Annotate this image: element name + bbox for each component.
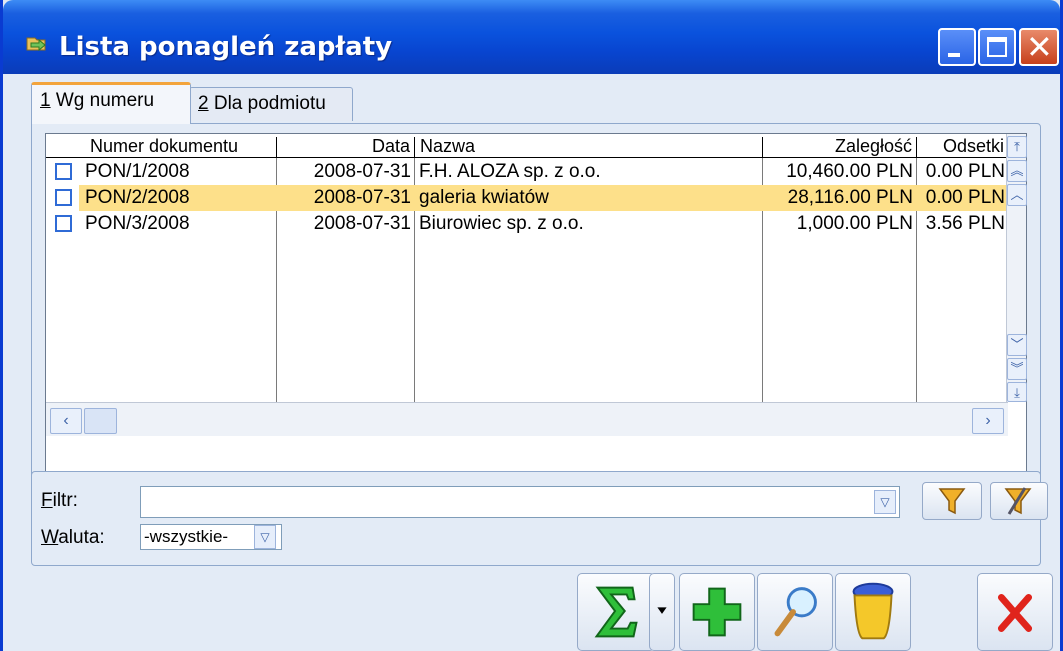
column-separator[interactable] [414,137,415,157]
tab-label: Dla podmiotu [208,93,326,114]
apply-filter-button[interactable] [922,482,982,520]
waluta-label-accel: W [41,527,59,548]
sigma-icon [594,586,638,638]
clear-filter-button[interactable] [990,482,1048,520]
cell-nazwa: F.H. ALOZA sp. z o.o. [419,161,601,182]
cell-zaleglosc: 28,116.00 PLN [787,187,913,208]
tab-label: Wg numeru [50,90,155,111]
cell-data: 2008-07-31 [313,161,411,182]
page-up-icon[interactable]: ︽ [1007,160,1027,182]
close-icon: ✕ [1026,29,1053,65]
cell-numer: PON/2/2008 [85,187,190,208]
delete-button[interactable] [835,573,911,651]
grid-header: Numer dokumentu Data Nazwa Zaległość Ods… [46,134,1008,158]
column-header-odsetki[interactable]: Odsetki [918,134,1008,158]
sum-button[interactable] [577,573,655,651]
filter-input[interactable] [140,486,900,518]
caret-down-icon [657,607,667,614]
window-content: 1 Wg numeru 2 Dla podmiotu Numer dokumen… [3,74,1060,651]
cell-odsetki: 0.00 PLN [925,161,1005,182]
table-row[interactable]: PON/3/2008 2008-07-31 Biurowiec sp. z o.… [46,211,1008,237]
red-x-icon [997,593,1033,632]
cell-odsetki: 0.00 PLN [925,187,1005,208]
add-button[interactable] [679,573,755,651]
folder-arrow-icon [26,37,46,52]
window: Lista ponagleń zapłaty ✕ 1 Wg numeru 2 D… [0,0,1063,651]
column-separator[interactable] [762,137,763,157]
row-checkbox[interactable] [55,215,72,232]
table-row-selected[interactable]: PON/2/2008 2008-07-31 galeria kwiatów 28… [46,185,1008,211]
cell-zaleglosc: 1,000.00 PLN [796,213,913,234]
cell-odsetki: 3.56 PLN [925,213,1005,234]
clear-filter-icon [1004,487,1032,515]
cell-data: 2008-07-31 [313,213,411,234]
window-title: Lista ponagleń zapłaty [59,32,393,62]
scroll-thumb[interactable] [84,408,117,434]
waluta-label-rest: aluta: [58,527,105,548]
scroll-up-icon[interactable]: ︿ [1007,184,1027,206]
column-separator[interactable] [916,137,917,157]
vertical-scrollbar[interactable]: ⤒ ︽ ︿ ﹀ ︾ ⤓ [1006,134,1027,402]
tab-panel: Numer dokumentu Data Nazwa Zaległość Ods… [31,123,1041,527]
chevron-down-icon[interactable]: ▽ [254,525,276,549]
minimize-button[interactable] [938,28,976,66]
filter-panel: Filtr: ▽ Waluta: -wszystkie- ▽ [31,471,1048,566]
page-down-icon[interactable]: ︾ [1007,358,1027,380]
tab-dla-podmiotu[interactable]: 2 Dla podmiotu [189,87,353,121]
maximize-button[interactable] [978,28,1016,66]
cell-zaleglosc: 10,460.00 PLN [786,161,913,182]
table-row[interactable]: PON/1/2008 2008-07-31 F.H. ALOZA sp. z o… [46,159,1008,185]
tab-number: 1 [40,90,51,111]
filtr-label-accel: F [41,490,53,511]
plus-icon [692,587,742,637]
column-header-numer[interactable]: Numer dokumentu [86,134,276,158]
column-header-nazwa[interactable]: Nazwa [416,134,756,158]
title-bar[interactable]: Lista ponagleń zapłaty ✕ [3,0,1060,74]
cell-nazwa: Biurowiec sp. z o.o. [419,213,584,234]
tab-number: 2 [198,93,209,114]
waluta-label: Waluta: [41,527,105,549]
scroll-bottom-icon[interactable]: ⤓ [1007,382,1027,402]
magnifier-icon [774,587,817,637]
trash-bin-icon [852,582,894,640]
close-window-button[interactable]: ✕ [1019,28,1059,66]
cell-numer: PON/1/2008 [85,161,190,182]
column-header-data[interactable]: Data [278,134,414,158]
row-checkbox[interactable] [55,163,72,180]
cell-numer: PON/3/2008 [85,213,190,234]
minimize-icon [948,53,960,57]
horizontal-scrollbar[interactable]: ‹ › [46,402,1008,436]
cell-data: 2008-07-31 [313,187,411,208]
scroll-down-icon[interactable]: ﹀ [1007,334,1027,356]
maximize-icon [987,37,1007,57]
scroll-left-icon[interactable]: ‹ [50,408,82,434]
chevron-down-icon[interactable]: ▽ [874,490,896,514]
column-header-zaleglosc[interactable]: Zaległość [764,134,916,158]
sum-dropdown-button[interactable] [649,573,675,651]
close-button[interactable] [977,573,1053,651]
filtr-label-rest: iltr: [52,490,78,511]
scroll-top-icon[interactable]: ⤒ [1007,136,1027,158]
preview-button[interactable] [757,573,833,651]
column-separator[interactable] [276,137,277,157]
cell-nazwa: galeria kwiatów [419,187,549,208]
documents-grid[interactable]: Numer dokumentu Data Nazwa Zaległość Ods… [45,133,1027,518]
row-checkbox[interactable] [55,189,72,206]
funnel-icon [938,488,966,515]
scroll-right-icon[interactable]: › [972,408,1004,434]
filtr-label: Filtr: [41,490,78,512]
tab-wg-numeru[interactable]: 1 Wg numeru [31,82,191,124]
